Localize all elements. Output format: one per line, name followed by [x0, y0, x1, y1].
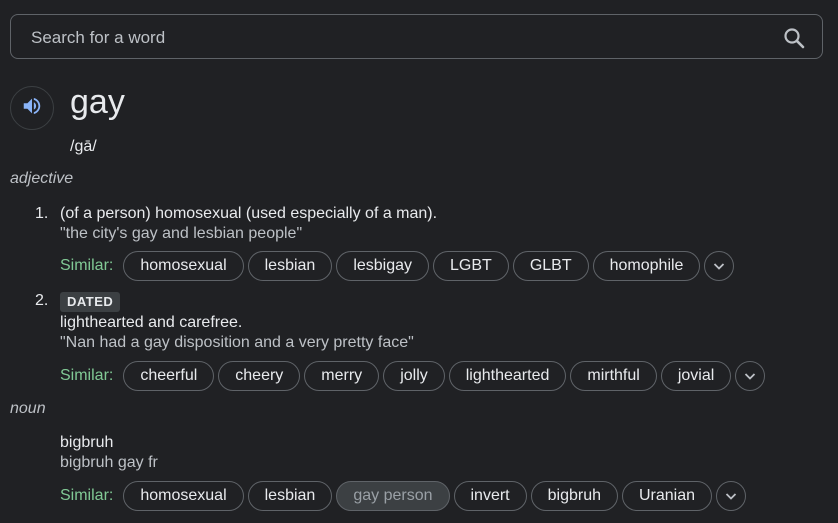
- expand-similar-button[interactable]: [716, 481, 747, 511]
- search-icon[interactable]: [782, 26, 806, 50]
- example: "Nan had a gay disposition and a very pr…: [60, 334, 414, 351]
- similar-chip[interactable]: merry: [304, 361, 380, 391]
- similar-chip[interactable]: Uranian: [622, 481, 713, 511]
- definition: lighthearted and carefree.: [60, 314, 243, 331]
- similar-chip[interactable]: invert: [453, 481, 527, 511]
- similar-chip[interactable]: jovial: [660, 361, 732, 391]
- similar-chip[interactable]: LGBT: [433, 251, 509, 281]
- sense-number: 1.: [35, 205, 49, 222]
- similar-label: Similar:: [60, 257, 114, 274]
- similar-chip[interactable]: lighthearted: [448, 361, 567, 391]
- similar-chip[interactable]: lesbian: [247, 481, 333, 511]
- example: bigbruh gay fr: [60, 454, 158, 471]
- expand-similar-button[interactable]: [704, 251, 735, 281]
- similar-chip[interactable]: homophile: [592, 251, 701, 281]
- similar-chip[interactable]: cheery: [218, 361, 301, 391]
- chevron-down-icon: [725, 493, 737, 500]
- similar-chip[interactable]: GLBT: [512, 251, 589, 281]
- similar-chip[interactable]: homosexual: [123, 481, 244, 511]
- similar-chip[interactable]: cheerful: [123, 361, 215, 391]
- definition: bigbruh: [60, 434, 114, 451]
- register-badge: DATED: [60, 292, 121, 312]
- expand-similar-button[interactable]: [735, 361, 766, 391]
- similar-chip[interactable]: lesbian: [247, 251, 333, 281]
- similar-label: Similar:: [60, 487, 114, 504]
- similar-chip[interactable]: homosexual: [123, 251, 244, 281]
- definition: (of a person) homosexual (used especiall…: [60, 205, 438, 222]
- phonetic: /gā/: [70, 138, 97, 155]
- similar-row: Similar: homosexual lesbian lesbigay LGB…: [60, 250, 735, 282]
- part-of-speech-adjective: adjective: [10, 170, 74, 187]
- similar-label: Similar:: [60, 367, 114, 384]
- similar-chip[interactable]: bigbruh: [530, 481, 618, 511]
- similar-chip[interactable]: jolly: [383, 361, 445, 391]
- similar-chip[interactable]: lesbigay: [336, 251, 430, 281]
- sense-number: 2.: [35, 292, 49, 309]
- search-input[interactable]: [29, 15, 773, 60]
- part-of-speech-noun: noun: [10, 400, 46, 417]
- similar-chip-selected[interactable]: gay person: [336, 481, 450, 511]
- chevron-down-icon: [745, 373, 756, 380]
- similar-row: Similar: cheerful cheery merry jolly lig…: [60, 360, 766, 392]
- similar-chip[interactable]: mirthful: [570, 361, 657, 391]
- example: "the city's gay and lesbian people": [60, 225, 303, 242]
- search-box[interactable]: [10, 14, 823, 60]
- speaker-icon: [21, 95, 43, 122]
- chevron-down-icon: [714, 263, 725, 270]
- headword: gay: [70, 83, 125, 121]
- similar-row: Similar: homosexual lesbian gay person i…: [60, 480, 747, 512]
- pronunciation-button[interactable]: [10, 86, 54, 130]
